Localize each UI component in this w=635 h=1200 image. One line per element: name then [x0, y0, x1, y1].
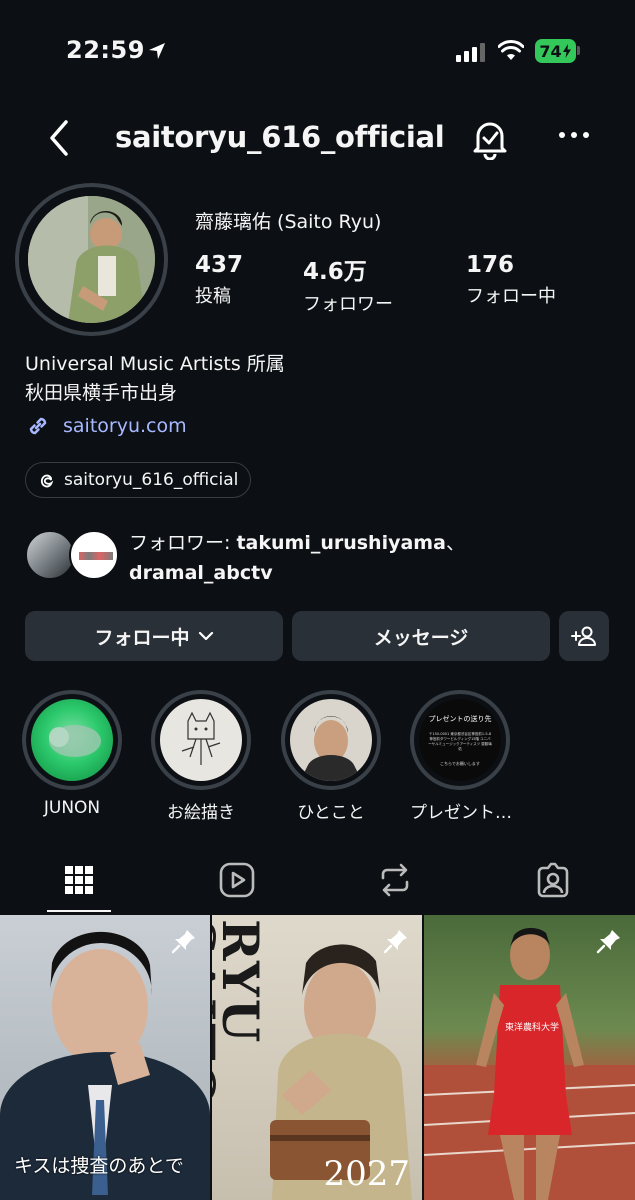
message-button[interactable]: メッセージ — [292, 611, 550, 661]
post-tile-3[interactable]: 東洋農科大学 — [424, 915, 635, 1200]
highlight-junon[interactable]: JUNON — [22, 690, 122, 818]
highlight-ring — [151, 690, 251, 790]
post-3-photo — [424, 927, 635, 1200]
more-options-icon[interactable] — [558, 130, 590, 140]
profile-tabs — [0, 850, 635, 914]
highlight-hitokoto[interactable]: ひとこと — [281, 690, 381, 823]
wifi-icon — [498, 40, 524, 60]
following-button-label: フォロー中 — [94, 626, 190, 649]
post-2-year: 2027 — [323, 1154, 410, 1194]
stat-followers-label: フォロワー — [303, 294, 393, 315]
stat-posts[interactable]: 437 投稿 — [195, 252, 243, 308]
post-3-jersey-text: 東洋農科大学 — [504, 1023, 559, 1033]
mutual-followers[interactable]: フォロワー: takumi_urushiyama、 dramal_abctv — [25, 528, 625, 584]
mutual-avatar-1 — [25, 530, 75, 580]
pin-icon — [383, 930, 407, 954]
stat-posts-count: 437 — [195, 252, 244, 278]
bio-line-agency: Universal Music Artists 所属 — [25, 353, 285, 375]
reels-tab-icon[interactable] — [217, 860, 257, 900]
stat-following[interactable]: 176 フォロー中 — [466, 252, 556, 308]
header-username: saitoryu_616_official — [115, 120, 445, 154]
highlight-ring — [281, 690, 381, 790]
pin-icon — [596, 930, 620, 954]
mutual-user-1: takumi_urushiyama — [236, 532, 446, 554]
chevron-down-icon — [198, 631, 213, 641]
message-button-label: メッセージ — [373, 626, 469, 649]
address-card-title: プレゼントの送り先 — [428, 715, 492, 723]
back-chevron-icon[interactable] — [40, 118, 76, 158]
add-person-icon — [571, 626, 596, 646]
suggested-users-button[interactable] — [559, 611, 609, 661]
mutual-user-2: dramal_abctv — [129, 562, 273, 584]
battery-level: 74 — [539, 41, 562, 61]
link-icon — [29, 417, 47, 435]
profile-avatar[interactable] — [28, 196, 155, 323]
location-arrow-icon — [149, 43, 165, 59]
address-card-body: 〒150-0001 東京都渋谷区神宮前1-5-8 神宮前タワービルディング15階… — [428, 732, 492, 751]
grid-tab-icon[interactable] — [59, 860, 99, 900]
highlight-ring: プレゼントの送り先 〒150-0001 東京都渋谷区神宮前1-5-8 神宮前タワ… — [410, 690, 510, 790]
highlight-label: JUNON — [43, 798, 101, 818]
mutual-followers-text: フォロワー: takumi_urushiyama、 dramal_abctv — [129, 528, 465, 588]
post-tile-2[interactable]: RYU SAITO 2027 — [212, 915, 422, 1200]
notification-bell-icon[interactable] — [470, 118, 510, 160]
profile-avatar-ring[interactable] — [15, 183, 168, 336]
highlight-cover-portrait — [290, 699, 372, 781]
highlight-cover-drawing — [160, 699, 242, 781]
posts-grid: キスは捜査のあとで RYU SAITO 2027 東洋農科大学 — [0, 915, 635, 1200]
charging-bolt-icon — [562, 44, 571, 58]
post-1-caption: キスは捜査のあとで — [14, 1155, 184, 1177]
stat-following-label: フォロー中 — [466, 286, 556, 307]
stat-following-count: 176 — [466, 252, 515, 278]
status-time: 22:59 — [66, 36, 145, 64]
highlight-label: ひとこと — [297, 803, 365, 823]
threads-handle: saitoryu_616_official — [64, 470, 239, 490]
address-card-footer: こちらでお願いします — [440, 761, 480, 766]
highlight-cover-manatee — [31, 699, 113, 781]
highlight-drawings[interactable]: お絵描き — [151, 690, 251, 823]
threads-icon — [40, 474, 54, 488]
status-bar: 22:59 74 — [0, 0, 635, 100]
threads-badge[interactable]: saitoryu_616_official — [25, 462, 252, 498]
bio-line-hometown: 秋田県横手市出身 — [25, 382, 178, 404]
display-name: 齋藤璃佑 (Saito Ryu) — [195, 211, 382, 233]
mutual-separator: 、 — [445, 532, 465, 554]
reposts-tab-icon[interactable] — [375, 860, 415, 900]
mutual-avatar-2 — [69, 530, 119, 580]
highlight-ring — [22, 690, 122, 790]
highlight-present[interactable]: プレゼントの送り先 〒150-0001 東京都渋谷区神宮前1-5-8 神宮前タワ… — [410, 690, 512, 823]
post-2-vertical-title: RYU SAITO — [212, 919, 270, 1109]
battery-indicator: 74 — [535, 39, 576, 63]
profile-link[interactable]: saitoryu.com — [25, 413, 187, 439]
profile-link-text[interactable]: saitoryu.com — [63, 415, 187, 437]
battery-nub — [577, 46, 580, 55]
highlight-label: お絵描き — [167, 803, 235, 823]
stat-followers-count: 4.6万 — [303, 259, 367, 285]
tagged-tab-icon[interactable] — [533, 860, 573, 900]
highlight-cover-address-card: プレゼントの送り先 〒150-0001 東京都渋谷区神宮前1-5-8 神宮前タワ… — [419, 699, 501, 781]
avatar-photo — [28, 196, 155, 323]
pin-icon — [171, 930, 195, 954]
stat-followers[interactable]: 4.6万 フォロワー — [303, 252, 393, 316]
mutual-prefix: フォロワー: — [129, 532, 237, 554]
highlight-label: プレゼント… — [410, 803, 512, 823]
stat-posts-label: 投稿 — [195, 286, 231, 307]
active-tab-indicator — [47, 910, 111, 912]
post-tile-1[interactable]: キスは捜査のあとで — [0, 915, 210, 1200]
profile-header: saitoryu_616_official — [0, 108, 635, 168]
following-button[interactable]: フォロー中 — [25, 611, 283, 661]
cellular-signal-icon — [456, 43, 485, 62]
